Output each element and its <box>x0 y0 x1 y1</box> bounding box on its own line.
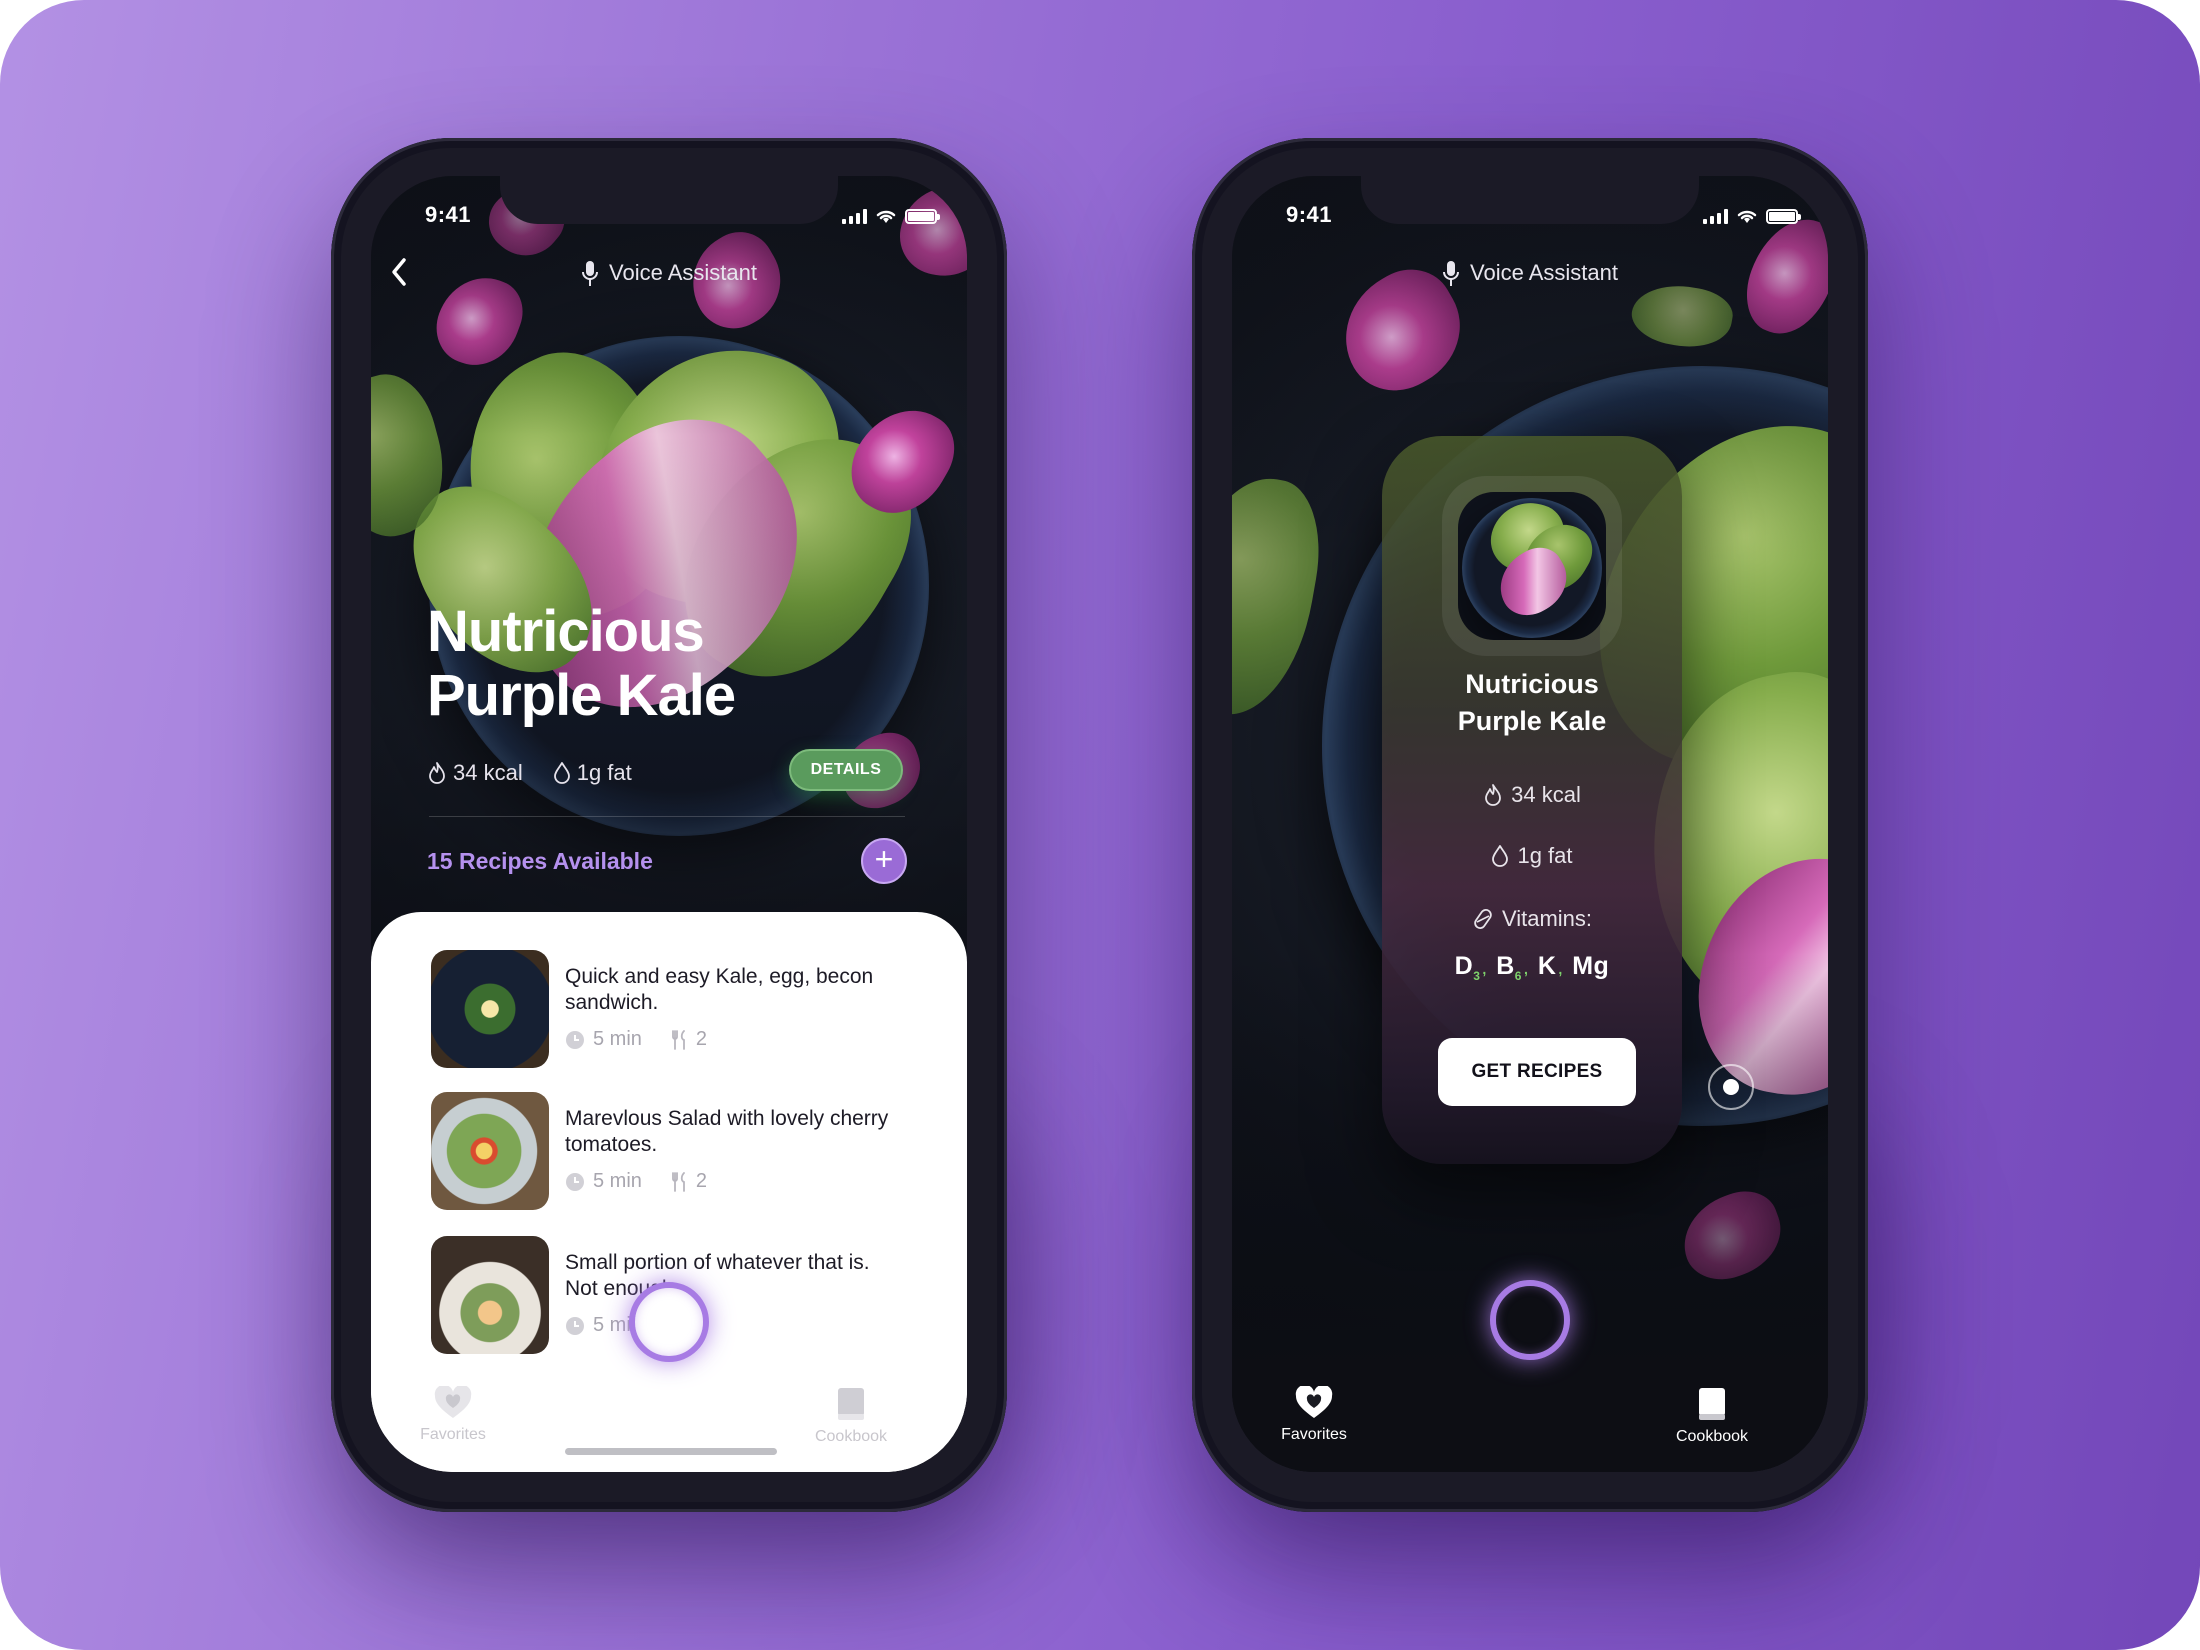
status-time: 9:41 <box>1286 202 1333 227</box>
home-indicator <box>565 1448 777 1455</box>
recipe-item-title: Quick and easy Kale, egg, becon sandwich… <box>565 965 874 1014</box>
recipe-detail-screen: 9:41 Voice Assistant Nutricious Purple K… <box>371 176 967 1472</box>
voice-assistant-screen: 9:41 Voice Assistant Nutricious Purple K… <box>1232 176 1828 1472</box>
recipe-thumbnail <box>431 1236 549 1354</box>
mineral-mg: Mg <box>1572 952 1610 980</box>
tab-favorites[interactable]: Favorites <box>393 1386 513 1444</box>
food-info-card: Nutricious Purple Kale 34 kcal 1g fat Vi… <box>1382 436 1682 1164</box>
cellular-signal-icon <box>842 208 867 224</box>
tab-cookbook-label: Cookbook <box>814 1428 888 1445</box>
clock-icon <box>566 1316 584 1335</box>
tab-favorites-label: Favorites <box>420 1426 486 1443</box>
food-thumbnail-frame <box>1442 476 1622 656</box>
phone-left: 9:41 Voice Assistant Nutricious Purple K… <box>331 138 1007 1512</box>
voice-record-button[interactable] <box>1490 1280 1570 1360</box>
microphone-icon <box>582 261 598 287</box>
recipe-title-line1: Nutricious <box>427 599 705 664</box>
vitamin-k: K <box>1537 952 1557 980</box>
recipes-available-label: 15 Recipes Available <box>427 848 653 874</box>
voice-record-button[interactable] <box>629 1282 709 1362</box>
book-icon <box>1699 1388 1725 1420</box>
clock-icon <box>566 1030 584 1049</box>
status-bar: 9:41 <box>371 200 967 240</box>
heart-icon <box>434 1386 472 1418</box>
drop-icon <box>1492 845 1509 867</box>
flame-icon <box>1485 784 1502 806</box>
voice-assistant-label: Voice Assistant <box>1470 260 1618 285</box>
battery-icon <box>905 208 940 224</box>
tab-favorites[interactable]: Favorites <box>1254 1386 1374 1444</box>
recipe-item-title: Marevlous Salad with lovely cherry tomat… <box>565 1107 889 1156</box>
status-bar: 9:41 <box>1232 200 1828 240</box>
flame-icon <box>429 762 445 784</box>
voice-assistant-label: Voice Assistant <box>609 260 757 285</box>
recipe-servings: 2 <box>695 1170 708 1192</box>
kcal-row: 34 kcal <box>1382 782 1682 813</box>
card-title: Nutricious Purple Kale <box>1382 666 1682 740</box>
recipe-thumbnail <box>431 1092 549 1210</box>
cellular-signal-icon <box>1703 208 1728 224</box>
vitamin-d-sub: 3 <box>1473 969 1481 983</box>
phone-right: 9:41 Voice Assistant Nutricious Purple K… <box>1192 138 1868 1512</box>
presentation-background: 9:41 Voice Assistant Nutricious Purple K… <box>0 0 2200 1650</box>
card-title-line1: Nutricious <box>1465 669 1599 699</box>
get-recipes-button[interactable]: GET RECIPES <box>1438 1038 1636 1106</box>
vitamin-d: D <box>1454 952 1474 980</box>
clock-icon <box>566 1172 584 1191</box>
recipe-servings: 2 <box>695 1028 708 1050</box>
vitamins-row: Vitamins: <box>1382 906 1682 936</box>
vitamins-list: D3, B6, K, Mg <box>1454 952 1610 983</box>
details-button[interactable]: DETAILS <box>789 749 903 791</box>
battery-icon <box>1766 208 1801 224</box>
card-kcal-value: 34 kcal <box>1511 782 1581 807</box>
fat-row: 1g fat <box>1382 843 1682 874</box>
recipe-title-line2: Purple Kale <box>427 663 736 728</box>
location-target-icon[interactable] <box>1708 1064 1754 1110</box>
recipe-time: 5 min <box>593 1028 642 1050</box>
recipe-title: Nutricious Purple Kale <box>427 599 736 728</box>
wifi-icon <box>876 210 896 223</box>
wifi-icon <box>1737 210 1757 223</box>
nutrition-row: 34 kcal 1g fat <box>427 760 632 786</box>
vitamin-b-sub: 6 <box>1514 969 1522 983</box>
list-item[interactable]: Marevlous Salad with lovely cherry tomat… <box>431 1092 921 1214</box>
pill-icon <box>1474 909 1492 929</box>
recipe-thumbnail <box>431 950 549 1068</box>
tab-cookbook-label: Cookbook <box>1675 1428 1749 1445</box>
recipe-time: 5 min <box>593 1170 642 1192</box>
card-fat-value: 1g fat <box>1517 843 1573 868</box>
heart-icon <box>1295 1386 1333 1418</box>
voice-assistant-button[interactable]: Voice Assistant <box>371 260 967 288</box>
vitamin-b: B <box>1496 952 1515 980</box>
cutlery-icon <box>672 1029 685 1050</box>
tab-favorites-label: Favorites <box>1281 1426 1347 1443</box>
fat-value: 1g fat <box>576 760 632 785</box>
card-title-line2: Purple Kale <box>1457 706 1607 736</box>
list-item[interactable]: Quick and easy Kale, egg, becon sandwich… <box>431 950 921 1072</box>
book-icon <box>838 1388 864 1420</box>
microphone-icon <box>1443 261 1459 287</box>
tab-cookbook[interactable]: Cookbook <box>1652 1386 1772 1446</box>
cutlery-icon <box>672 1171 685 1192</box>
tab-cookbook[interactable]: Cookbook <box>791 1386 911 1446</box>
drop-icon <box>553 762 570 784</box>
kcal-value: 34 kcal <box>453 760 523 785</box>
add-recipe-button[interactable]: + <box>861 838 907 884</box>
divider <box>429 816 905 817</box>
recipe-item-title: Small portion of whatever that is. Not e… <box>565 1251 870 1300</box>
status-time: 9:41 <box>425 202 472 227</box>
vitamins-label: Vitamins: <box>1501 906 1593 931</box>
voice-assistant-button[interactable]: Voice Assistant <box>1232 260 1828 288</box>
food-thumbnail <box>1458 492 1606 640</box>
